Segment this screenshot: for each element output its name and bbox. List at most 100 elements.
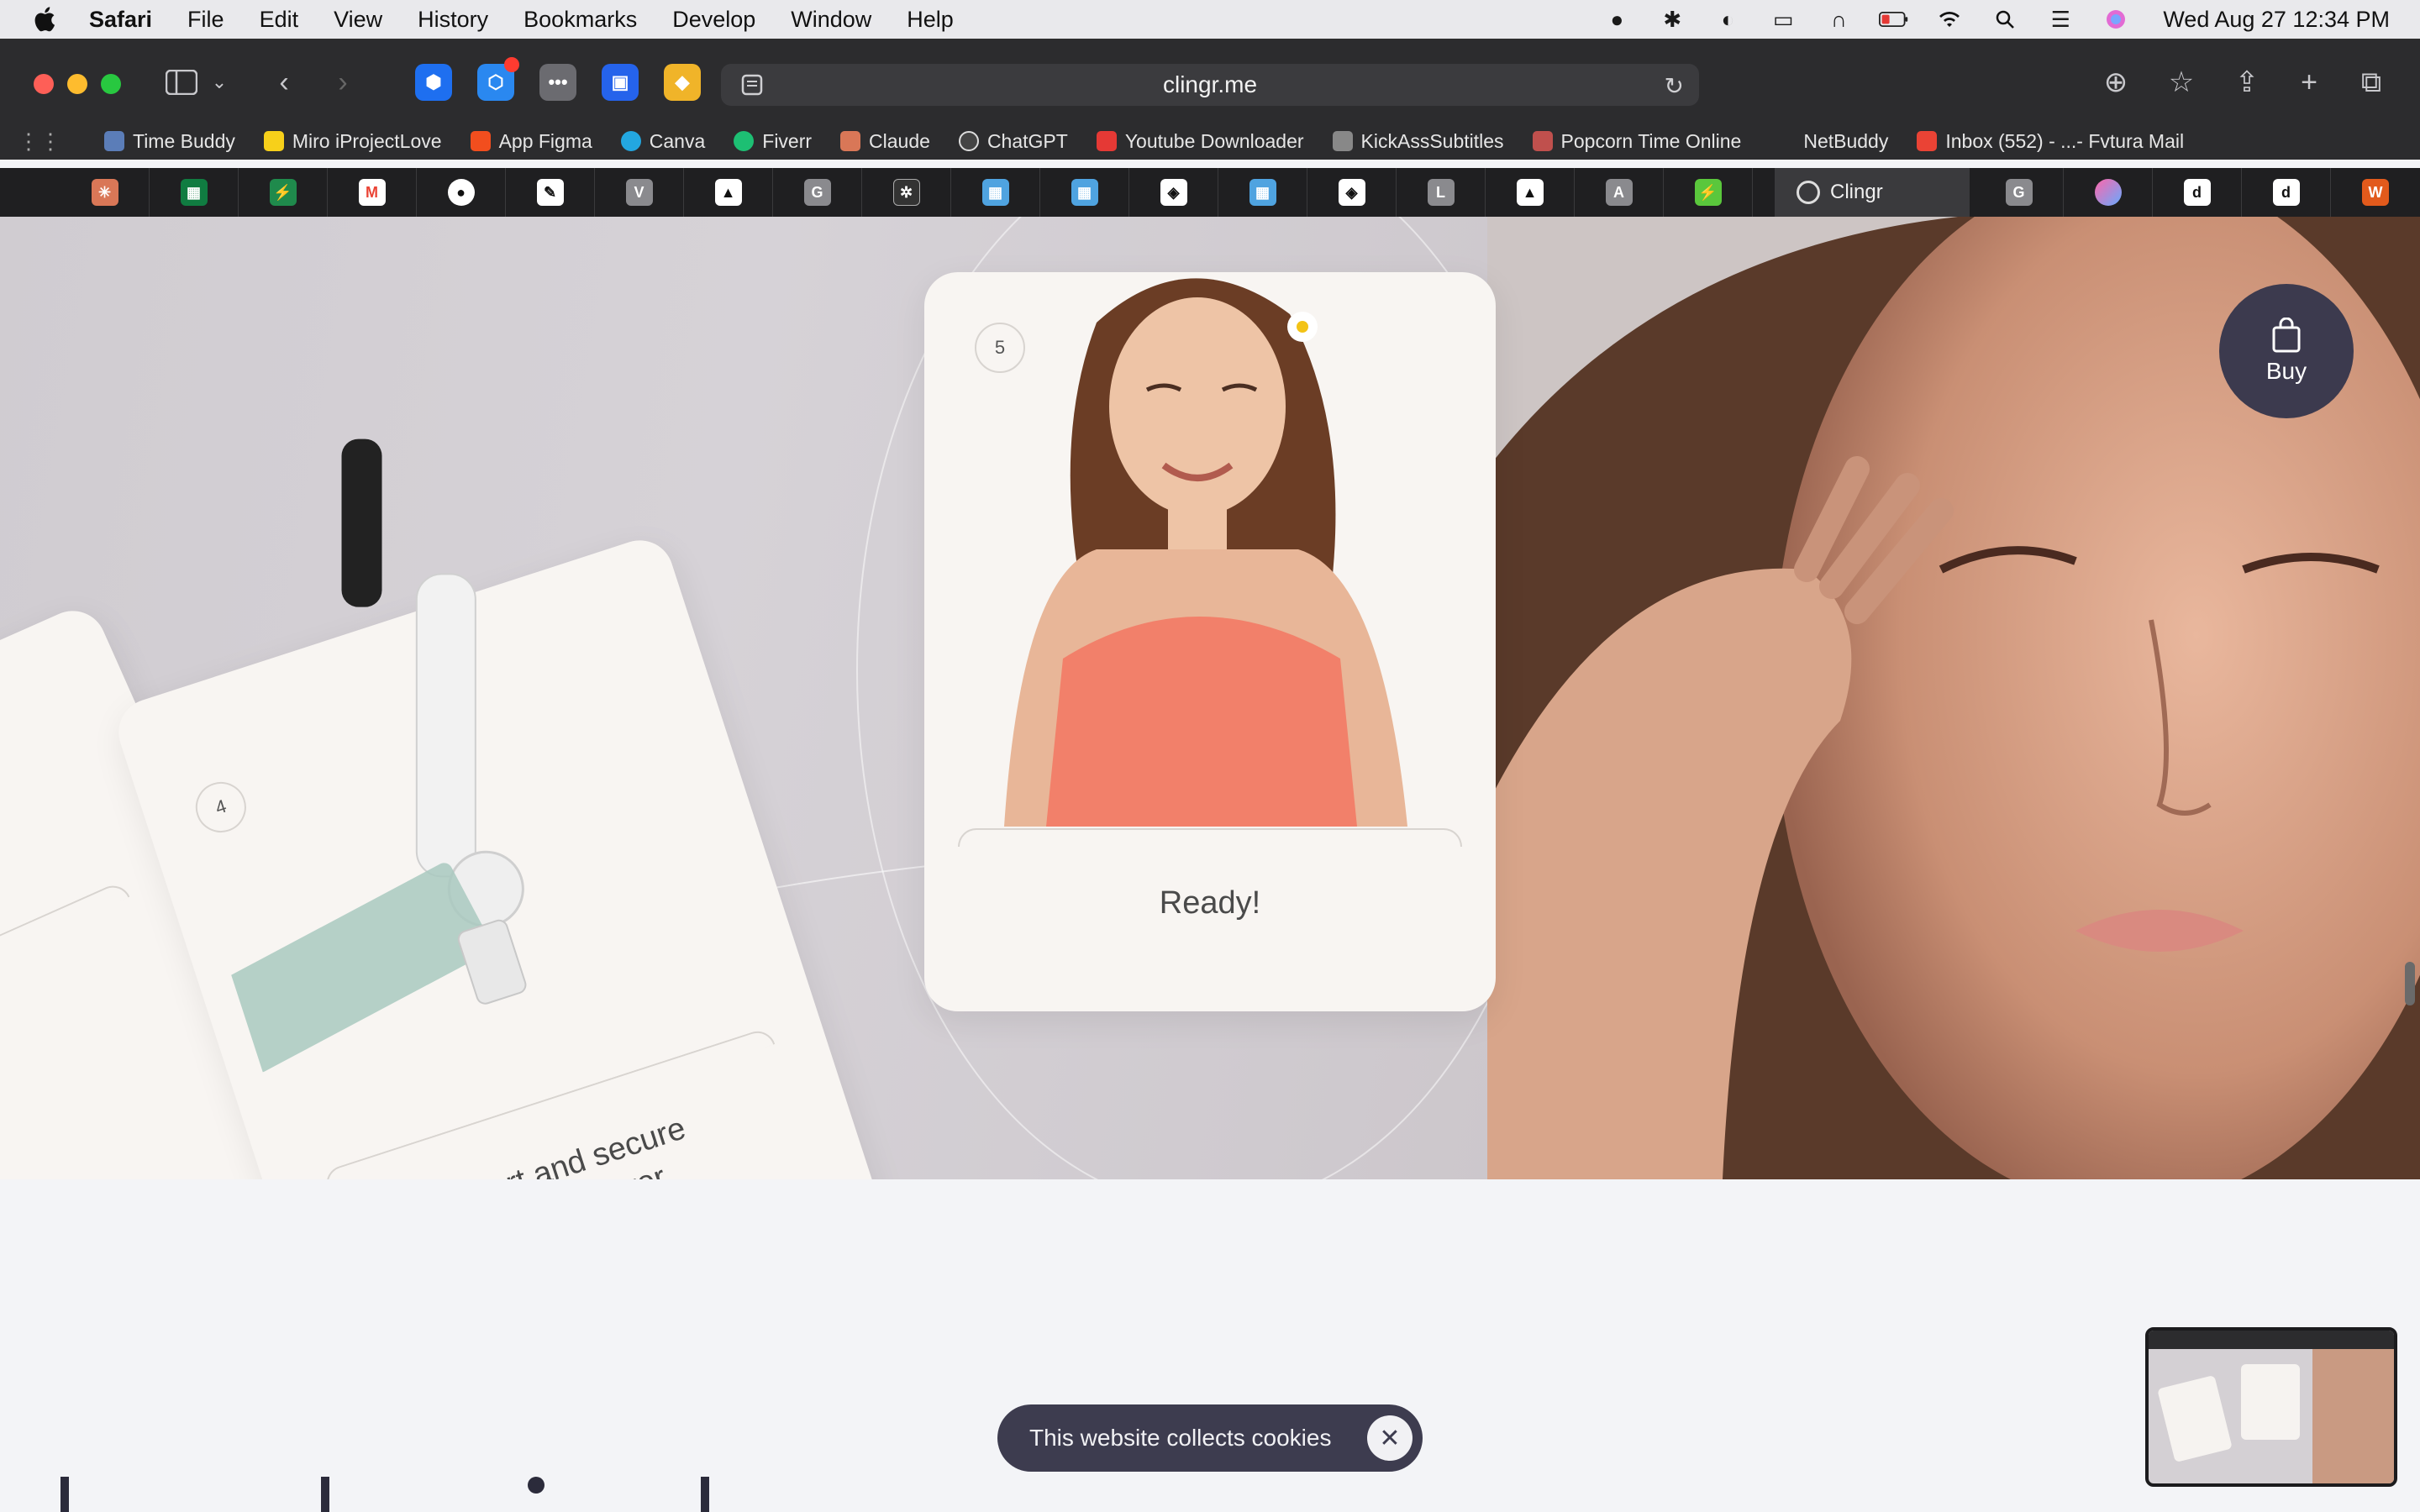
headphones-icon[interactable]: ∩	[1823, 7, 1854, 32]
tab[interactable]: A	[1575, 168, 1664, 217]
downloads-icon[interactable]: ⊕	[2094, 62, 2138, 102]
back-arrow-icon[interactable]: ‹	[262, 62, 306, 102]
macos-menubar: Safari File Edit View History Bookmarks …	[0, 0, 2420, 39]
menu-edit[interactable]: Edit	[260, 7, 299, 33]
a-icon: A	[1605, 179, 1633, 206]
tab-overview-icon[interactable]: ⧉	[2349, 62, 2393, 102]
siri-icon[interactable]	[2101, 7, 2131, 32]
spotlight-search-icon[interactable]	[1990, 7, 2020, 32]
tab[interactable]: M	[328, 168, 417, 217]
bookmark-item[interactable]: Popcorn Time Online	[1532, 130, 1741, 153]
tab[interactable]: d	[2242, 168, 2331, 217]
tab[interactable]: G	[773, 168, 862, 217]
extension-bitwarden-icon[interactable]: ▣	[602, 64, 639, 101]
tab[interactable]: ▲	[684, 168, 773, 217]
tab[interactable]: ✳	[60, 168, 150, 217]
menu-help[interactable]: Help	[907, 7, 954, 33]
tab[interactable]: d	[2153, 168, 2242, 217]
buy-button[interactable]: Buy	[2219, 284, 2354, 418]
bookmark-item[interactable]: Time Buddy	[104, 130, 235, 153]
tab[interactable]: ⚡	[1664, 168, 1753, 217]
thumbnail-toolbar	[2149, 1331, 2394, 1349]
reload-icon[interactable]: ↻	[1665, 72, 1684, 100]
url-text[interactable]: clingr.me	[1163, 71, 1257, 98]
tab[interactable]: ◈	[1129, 168, 1218, 217]
bookmark-item[interactable]: NetBuddy	[1803, 130, 1888, 153]
claude-icon: ✳	[91, 179, 118, 206]
display-icon[interactable]: ▭	[1768, 7, 1798, 32]
circle-app-icon[interactable]: ◐	[1712, 7, 1743, 32]
chevron-down-icon[interactable]: ⌄	[207, 62, 232, 102]
tab[interactable]: ▦	[150, 168, 239, 217]
window-minimize-button[interactable]	[67, 74, 87, 94]
menu-bookmarks[interactable]: Bookmarks	[523, 7, 637, 33]
bookmark-item[interactable]: Miro iProjectLove	[263, 130, 442, 153]
tab[interactable]: ◈	[1307, 168, 1397, 217]
cloud-sync-icon[interactable]: ●	[1602, 7, 1632, 32]
bookmark-item[interactable]: ChatGPT	[958, 130, 1068, 153]
apple-logo-icon[interactable]	[32, 5, 60, 34]
lower-section-marks	[0, 1474, 840, 1512]
menu-history[interactable]: History	[418, 7, 488, 33]
tab[interactable]: ●	[417, 168, 506, 217]
forward-arrow-icon[interactable]: ›	[321, 62, 365, 102]
control-center-icon[interactable]: ☰	[2045, 7, 2075, 32]
tab[interactable]	[2064, 168, 2153, 217]
menu-file[interactable]: File	[187, 7, 224, 33]
tab[interactable]: W	[2331, 168, 2420, 217]
extension-diamond-icon[interactable]: ◆	[664, 64, 701, 101]
tab[interactable]: ✲	[862, 168, 951, 217]
buy-button-label: Buy	[2265, 358, 2307, 384]
w-icon: W	[2362, 179, 2389, 206]
window-zoom-button[interactable]	[101, 74, 121, 94]
page-menu-icon[interactable]	[739, 72, 765, 97]
d-icon: d	[2272, 179, 2300, 206]
tab[interactable]: ▦	[1218, 168, 1307, 217]
bookmark-item[interactable]: Canva	[620, 130, 705, 153]
extension-dots-icon[interactable]: •••	[539, 64, 576, 101]
share-icon[interactable]: ⇪	[2225, 62, 2269, 102]
chatgpt-icon	[958, 131, 979, 151]
tab[interactable]: V	[595, 168, 684, 217]
bookmark-item[interactable]: Youtube Downloader	[1096, 130, 1304, 153]
grid-app-icon: ▦	[1249, 179, 1276, 206]
new-tab-icon[interactable]: +	[2287, 62, 2331, 102]
extension-shield-icon[interactable]: ⬢	[415, 64, 452, 101]
menu-view[interactable]: View	[334, 7, 382, 33]
tab[interactable]: ⚡	[239, 168, 328, 217]
snowflake-app-icon[interactable]: ✱	[1657, 7, 1687, 32]
bookmark-item[interactable]: App Figma	[470, 130, 592, 153]
tab[interactable]: ▦	[1040, 168, 1129, 217]
hero-section: ut 4 Insert and secure the hairdryer 5	[0, 217, 2420, 1179]
tab-active-clingr[interactable]: Clingr	[1775, 168, 1970, 217]
apps-grid-icon[interactable]: ⋮⋮	[18, 129, 61, 154]
clock[interactable]: Wed Aug 27 12:34 PM	[2163, 7, 2390, 33]
address-bar[interactable]: clingr.me ↻	[721, 64, 1699, 106]
wifi-icon[interactable]	[1934, 7, 1965, 32]
bookmark-item[interactable]: KickAssSubtitles	[1332, 130, 1504, 153]
extension-hex-icon[interactable]: ⬡	[477, 57, 519, 101]
menu-app-safari[interactable]: Safari	[89, 7, 152, 33]
tab[interactable]: G	[1975, 168, 2064, 217]
sidebar-toggle-icon[interactable]	[160, 62, 203, 102]
menu-develop[interactable]: Develop	[672, 7, 755, 33]
tab[interactable]: L	[1397, 168, 1486, 217]
battery-icon[interactable]	[1879, 7, 1909, 32]
close-icon[interactable]: ✕	[1367, 1415, 1413, 1461]
tab[interactable]: ▲	[1486, 168, 1575, 217]
bookmark-item[interactable]: Fiverr	[734, 130, 812, 153]
menu-window[interactable]: Window	[791, 7, 871, 33]
page-scrollbar-thumb[interactable]	[2405, 962, 2415, 1005]
bookmark-star-icon[interactable]: ☆	[2160, 62, 2203, 102]
codepen-icon: ◈	[1160, 179, 1187, 206]
clingr-icon	[1797, 181, 1820, 204]
window-close-button[interactable]	[34, 74, 54, 94]
screenshot-thumbnail[interactable]	[2145, 1327, 2397, 1487]
webpage: ut 4 Insert and secure the hairdryer 5	[0, 217, 2420, 1512]
tab[interactable]: ✎	[506, 168, 595, 217]
tab[interactable]: ▦	[951, 168, 1040, 217]
bookmark-item[interactable]: Claude	[840, 130, 930, 153]
decor-dot	[528, 1477, 544, 1494]
bookmark-item[interactable]: Inbox (552) - ...- Fvtura Mail	[1917, 130, 2184, 153]
card-divider	[0, 879, 130, 1075]
